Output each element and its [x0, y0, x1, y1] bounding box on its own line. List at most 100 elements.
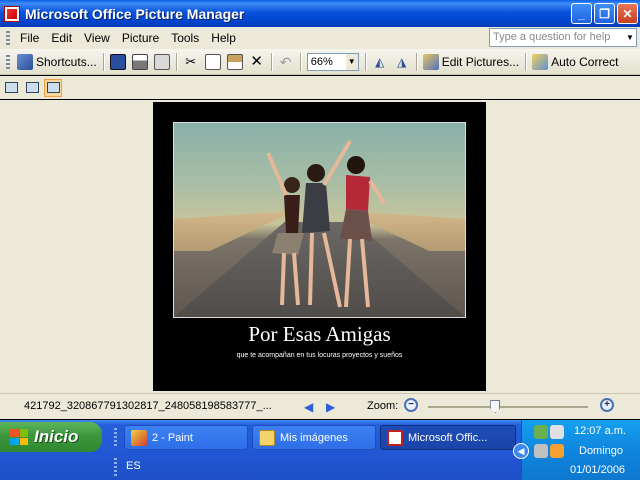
menu-bar: File Edit View Picture Tools Help Type a…: [0, 27, 640, 49]
filmstrip-view-button[interactable]: [23, 79, 41, 97]
edit-pictures-button[interactable]: Edit Pictures...: [420, 51, 522, 73]
picture-view-area: Por Esas Amigas que te acompañan en tus …: [0, 100, 640, 393]
view-toolbar: [0, 76, 640, 99]
save-button[interactable]: [107, 51, 129, 73]
restore-button[interactable]: ❐: [594, 3, 615, 24]
network-tray-icon[interactable]: [534, 425, 548, 439]
zoom-out-icon[interactable]: −: [404, 398, 418, 412]
single-picture-view-icon: [46, 82, 60, 93]
edit-pictures-label: Edit Pictures...: [441, 54, 520, 69]
help-search-placeholder: Type a question for help: [493, 31, 611, 43]
menu-grip-handle[interactable]: [6, 31, 10, 45]
toolbar-separator: [102, 52, 104, 71]
toolbar-separator: [525, 52, 527, 71]
minimize-button[interactable]: _: [571, 3, 592, 24]
title-bar: Microsoft Office Picture Manager _ ❐ ✕: [0, 0, 640, 27]
clock-day: Domingo: [579, 445, 624, 457]
undo-button[interactable]: ↶: [275, 51, 297, 73]
zoom-dropdown-icon[interactable]: ▼: [345, 53, 358, 70]
status-bar: 421792_320867791302817_248058198583777_.…: [0, 393, 640, 419]
window-controls: _ ❐ ✕: [571, 3, 638, 24]
task-picture-manager[interactable]: Microsoft Offic...: [380, 425, 516, 450]
task-mis-imagenes[interactable]: Mis imágenes: [252, 425, 376, 450]
task-paint[interactable]: 2 - Paint: [124, 425, 248, 450]
picture-frame[interactable]: Por Esas Amigas que te acompañan en tus …: [153, 102, 486, 391]
toolbar-separator: [270, 52, 272, 71]
volume-tray-icon[interactable]: [534, 444, 548, 458]
toolbar-separator: [299, 52, 301, 71]
email-button[interactable]: [151, 51, 173, 73]
print-button[interactable]: [129, 51, 151, 73]
help-dropdown-icon[interactable]: ▼: [624, 29, 636, 46]
task-picture-manager-label: Microsoft Offic...: [408, 431, 488, 444]
language-bar-grip[interactable]: [114, 458, 117, 476]
menu-picture[interactable]: Picture: [116, 29, 165, 47]
auto-correct-icon: [532, 53, 549, 70]
start-button[interactable]: Inicio: [0, 422, 102, 452]
start-label: Inicio: [34, 427, 79, 446]
language-indicator[interactable]: ES: [126, 460, 141, 472]
paste-icon: [226, 53, 243, 70]
photo-image: [173, 122, 466, 318]
auto-correct-label: Auto Correct: [551, 54, 619, 69]
paste-button[interactable]: [224, 51, 246, 73]
picture-manager-icon: [387, 429, 403, 446]
messenger-tray-icon[interactable]: [550, 444, 564, 458]
folder-icon: [259, 429, 275, 446]
delete-x-icon: ✕: [250, 52, 263, 70]
shortcuts-button[interactable]: Shortcuts...: [14, 51, 100, 73]
toolbar-separator: [364, 52, 366, 71]
file-name-label: 421792_320867791302817_248058198583777_.…: [24, 400, 272, 412]
close-button[interactable]: ✕: [617, 3, 638, 24]
help-search-input[interactable]: Type a question for help ▼: [489, 28, 637, 47]
zoom-slider-thumb[interactable]: [490, 400, 501, 413]
toolbar-separator: [175, 52, 177, 71]
zoom-in-icon[interactable]: +: [600, 398, 614, 412]
rotate-right-button[interactable]: ◮: [391, 51, 413, 73]
menu-view[interactable]: View: [78, 29, 116, 47]
clock-time[interactable]: 12:07 a.m.: [574, 425, 626, 437]
picture-manager-app-icon[interactable]: [4, 5, 20, 22]
single-picture-view-button[interactable]: [44, 78, 62, 97]
copy-button[interactable]: [202, 51, 224, 73]
security-tray-icon[interactable]: [550, 425, 564, 439]
menu-tools[interactable]: Tools: [165, 29, 205, 47]
menu-help[interactable]: Help: [205, 29, 242, 47]
save-icon: [109, 53, 126, 70]
window-title: Microsoft Office Picture Manager: [25, 5, 245, 22]
picture-caption-title: Por Esas Amigas: [248, 322, 391, 346]
zoom-select[interactable]: 66% ▼: [306, 52, 359, 71]
taskbar: Inicio 2 - Paint Mis imágenes Microsoft …: [0, 420, 640, 480]
clock-date: 01/01/2006: [570, 464, 626, 476]
shortcuts-label: Shortcuts...: [36, 54, 97, 69]
paint-icon: [131, 429, 147, 446]
rotate-left-button[interactable]: ◭: [369, 51, 391, 73]
task-paint-label: 2 - Paint: [152, 431, 193, 444]
zoom-value: 66%: [310, 55, 333, 68]
windows-logo-icon: [10, 429, 28, 445]
cut-button[interactable]: ✂: [180, 51, 202, 73]
task-mis-imagenes-label: Mis imágenes: [280, 431, 348, 444]
next-picture-arrow-icon[interactable]: ▶: [326, 400, 335, 414]
shortcuts-icon: [17, 53, 33, 70]
thumbnail-view-button[interactable]: [2, 79, 20, 97]
show-hidden-icons-chevron-icon[interactable]: ◀: [513, 443, 529, 459]
system-tray: ◀ 12:07 a.m. Domingo 01/01/2006: [513, 420, 640, 480]
zoom-slider[interactable]: [428, 400, 588, 413]
scissors-icon: ✂: [185, 53, 197, 69]
taskbar-grip-handle[interactable]: [114, 428, 117, 446]
email-icon: [153, 53, 170, 70]
rotate-right-icon: ◮: [397, 54, 407, 69]
menu-edit[interactable]: Edit: [45, 29, 78, 47]
print-icon: [131, 53, 148, 70]
delete-button[interactable]: ✕: [246, 51, 268, 73]
menu-file[interactable]: File: [14, 29, 45, 47]
auto-correct-button[interactable]: Auto Correct: [529, 51, 621, 73]
zoom-label: Zoom:: [367, 400, 399, 412]
copy-icon: [204, 53, 221, 70]
standard-toolbar: Shortcuts... ✂ ✕ ↶ 66% ▼ ◭ ◮ Edit Pictur…: [0, 49, 640, 75]
toolbar-grip-handle[interactable]: [6, 54, 10, 69]
previous-picture-arrow-icon[interactable]: ◀: [304, 400, 313, 414]
thumbnail-view-icon: [4, 82, 18, 93]
undo-icon: ↶: [279, 53, 292, 70]
